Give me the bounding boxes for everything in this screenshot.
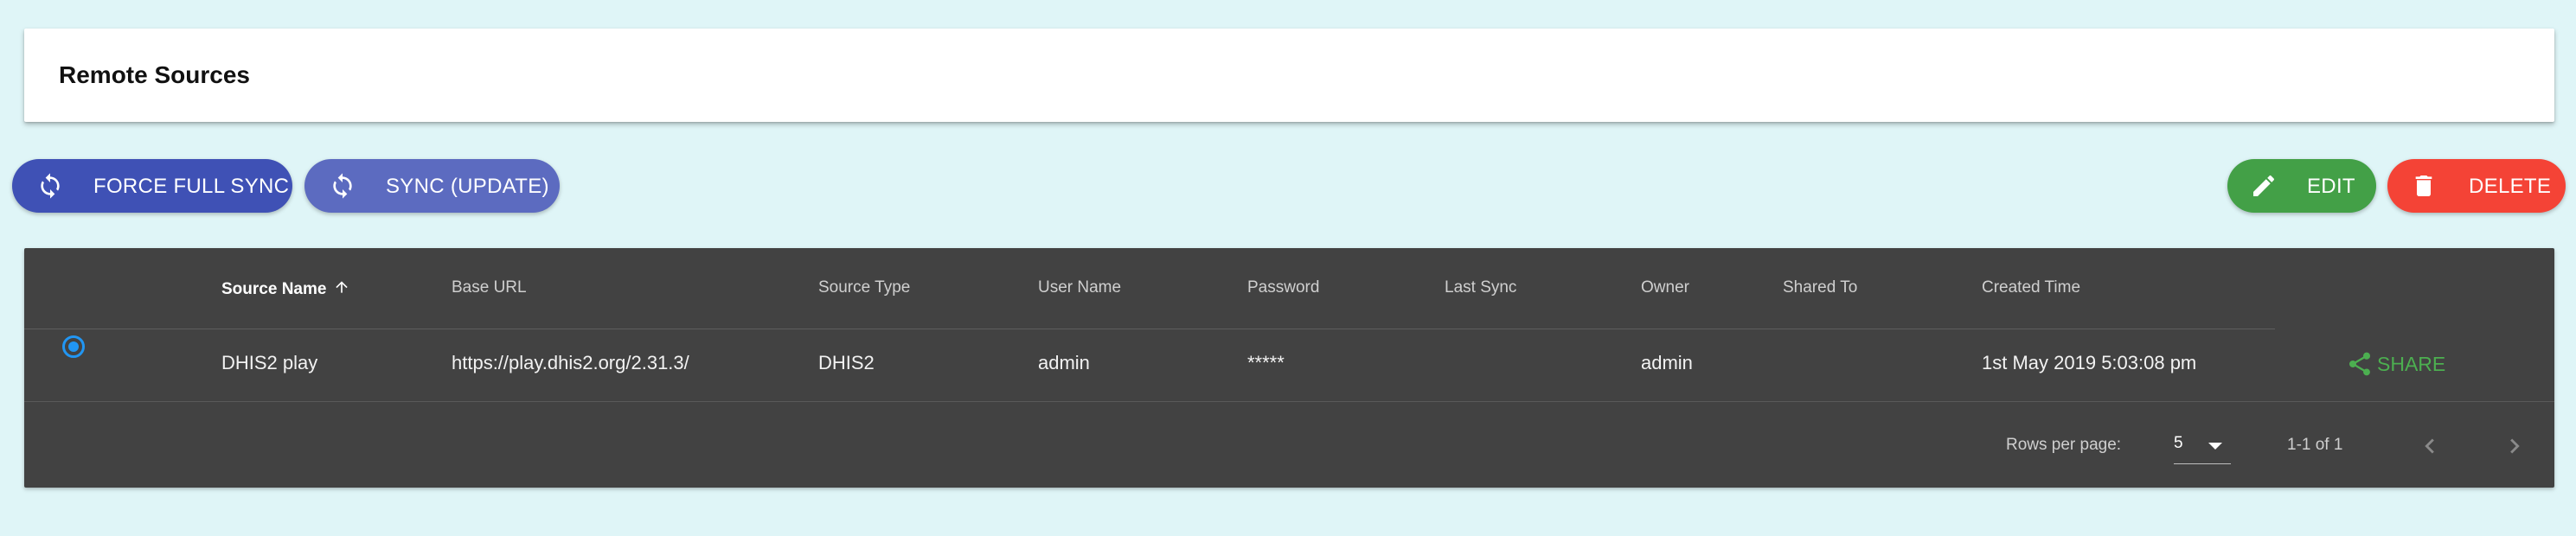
delete-button[interactable]: DELETE <box>2387 159 2566 213</box>
cell-source-name: DHIS2 play <box>221 352 318 373</box>
delete-label: DELETE <box>2469 175 2552 198</box>
cell-base-url: https://play.dhis2.org/2.31.3/ <box>452 352 689 373</box>
row-divider <box>24 401 2554 402</box>
cell-created-time: 1st May 2019 5:03:08 pm <box>1982 352 2197 373</box>
share-label: SHARE <box>2377 352 2446 375</box>
arrow-up-icon <box>336 281 348 293</box>
page-title: Remote Sources <box>59 61 250 88</box>
pagination-range: 1-1 of 1 <box>2287 436 2343 454</box>
column-header-password[interactable]: Password <box>1247 278 1319 297</box>
column-header-shared-to[interactable]: Shared To <box>1783 278 1857 297</box>
remote-sources-table: Source Name Base URL Source Type User Na… <box>24 248 2554 488</box>
chevron-left-icon[interactable] <box>2415 431 2445 461</box>
edit-label: EDIT <box>2307 175 2355 198</box>
chevron-right-icon[interactable] <box>2500 431 2529 461</box>
column-header-user-name[interactable]: User Name <box>1038 278 1121 297</box>
trash-icon <box>2415 175 2432 196</box>
pencil-icon <box>2253 175 2275 196</box>
share-icon <box>2349 352 2371 376</box>
rows-per-page-value: 5 <box>2174 434 2183 452</box>
rows-per-page-label: Rows per page: <box>2006 436 2122 454</box>
force-full-sync-button[interactable]: FORCE FULL SYNC <box>12 159 292 213</box>
column-header-source-name[interactable]: Source Name <box>221 278 350 299</box>
row-select-radio[interactable] <box>62 335 85 358</box>
edit-button[interactable]: EDIT <box>2227 159 2376 213</box>
column-header-owner[interactable]: Owner <box>1641 278 1689 297</box>
rows-per-page-select[interactable]: 5 <box>2174 432 2231 464</box>
column-header-last-sync[interactable]: Last Sync <box>1445 278 1516 297</box>
force-full-sync-label: FORCE FULL SYNC <box>93 175 290 198</box>
sync-icon <box>333 173 352 199</box>
column-header-created-time[interactable]: Created Time <box>1982 278 2080 297</box>
column-header-source-type[interactable]: Source Type <box>818 278 910 297</box>
cell-owner: admin <box>1641 352 1693 373</box>
sync-update-button[interactable]: SYNC (UPDATE) <box>304 159 560 213</box>
share-button[interactable]: SHARE <box>2346 349 2445 379</box>
sync-icon <box>41 173 60 199</box>
cell-password: ***** <box>1247 352 1285 373</box>
column-header-base-url[interactable]: Base URL <box>452 278 527 297</box>
page-header: Remote Sources <box>24 29 2554 122</box>
cell-user-name: admin <box>1038 352 1090 373</box>
sync-update-label: SYNC (UPDATE) <box>386 175 549 198</box>
cell-source-type: DHIS2 <box>818 352 875 373</box>
caret-down-icon <box>2208 443 2222 450</box>
